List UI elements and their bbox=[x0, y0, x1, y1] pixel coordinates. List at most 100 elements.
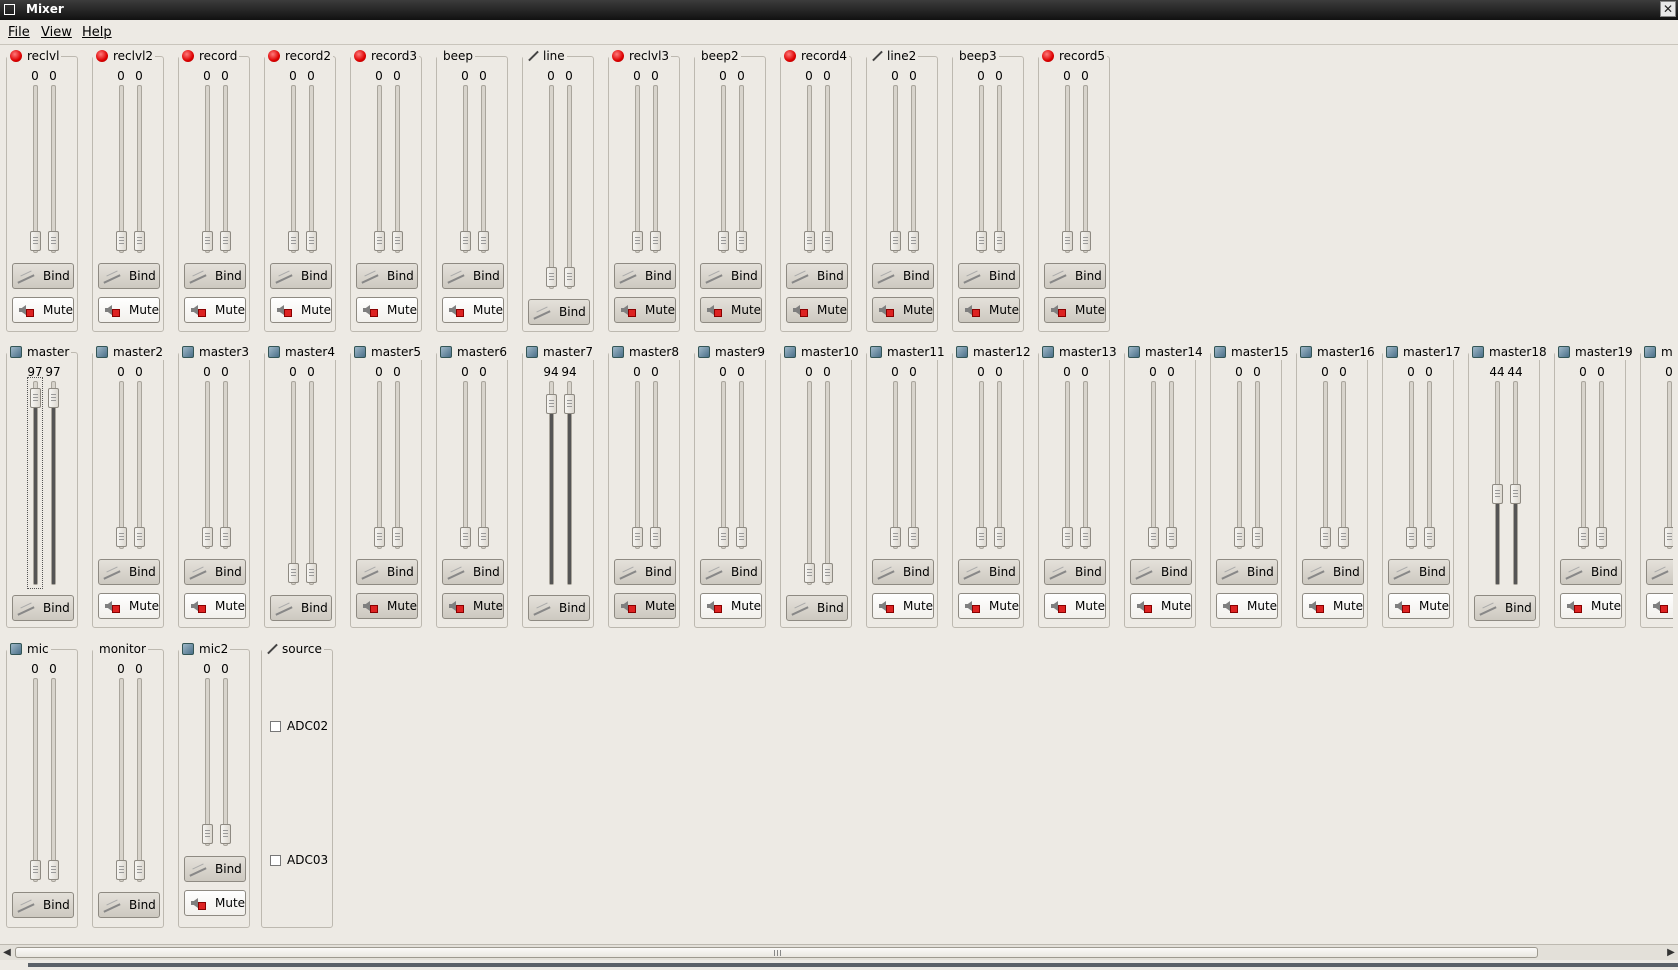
mute-button[interactable]: Mute bbox=[1560, 593, 1622, 619]
left-volume-slider[interactable] bbox=[1065, 85, 1070, 253]
slider-handle[interactable] bbox=[890, 231, 901, 251]
bind-button[interactable]: Bind bbox=[786, 595, 848, 621]
left-volume-slider[interactable] bbox=[893, 381, 898, 549]
bind-button[interactable]: Bind bbox=[270, 263, 332, 289]
playback-icon[interactable] bbox=[1128, 346, 1140, 358]
slider-handle[interactable] bbox=[220, 527, 231, 547]
right-volume-slider[interactable] bbox=[223, 381, 228, 549]
mute-button[interactable]: Mute bbox=[1130, 593, 1192, 619]
bind-button[interactable]: Bind bbox=[442, 559, 504, 585]
mute-button[interactable]: Mute bbox=[958, 297, 1020, 323]
left-volume-slider[interactable] bbox=[1151, 381, 1156, 549]
slider-handle[interactable] bbox=[48, 231, 59, 251]
playback-icon[interactable] bbox=[10, 346, 22, 358]
bind-button[interactable]: Bind bbox=[356, 559, 418, 585]
mute-button[interactable]: Mute bbox=[270, 297, 332, 323]
bind-button[interactable]: Bind bbox=[1216, 559, 1278, 585]
playback-icon[interactable] bbox=[1558, 346, 1570, 358]
slider-handle[interactable] bbox=[134, 527, 145, 547]
mute-button[interactable]: Mute bbox=[614, 593, 676, 619]
slider-handle[interactable] bbox=[804, 563, 815, 583]
close-button[interactable]: ✕ bbox=[1660, 1, 1676, 17]
slider-handle[interactable] bbox=[632, 231, 643, 251]
playback-icon[interactable] bbox=[870, 346, 882, 358]
mute-button[interactable]: Mute bbox=[786, 297, 848, 323]
record-icon[interactable] bbox=[784, 50, 796, 62]
right-volume-slider[interactable] bbox=[137, 381, 142, 549]
slider-handle[interactable] bbox=[1080, 527, 1091, 547]
right-volume-slider[interactable] bbox=[1083, 381, 1088, 549]
bind-button[interactable]: Bind bbox=[184, 856, 246, 882]
bind-button[interactable]: Bind bbox=[1130, 559, 1192, 585]
right-volume-slider[interactable] bbox=[223, 678, 228, 846]
bind-button[interactable]: Bind bbox=[270, 595, 332, 621]
slider-handle[interactable] bbox=[650, 231, 661, 251]
record-icon[interactable] bbox=[10, 50, 22, 62]
right-volume-slider[interactable] bbox=[51, 85, 56, 253]
bind-button[interactable]: Bind bbox=[786, 263, 848, 289]
left-volume-slider[interactable] bbox=[119, 678, 124, 882]
left-volume-slider[interactable] bbox=[807, 85, 812, 253]
slider-handle[interactable] bbox=[1338, 527, 1349, 547]
bind-button[interactable]: Bind bbox=[614, 263, 676, 289]
right-volume-slider[interactable] bbox=[825, 381, 830, 585]
slider-handle[interactable] bbox=[564, 267, 575, 287]
mute-button[interactable]: Mute bbox=[700, 297, 762, 323]
mute-button[interactable]: Mute bbox=[872, 297, 934, 323]
left-volume-slider[interactable] bbox=[1323, 381, 1328, 549]
bind-button[interactable]: Bind bbox=[1474, 595, 1536, 621]
slider-handle[interactable] bbox=[1492, 484, 1503, 504]
left-volume-slider[interactable] bbox=[721, 381, 726, 549]
right-volume-slider[interactable] bbox=[481, 381, 486, 549]
playback-icon[interactable] bbox=[182, 643, 194, 655]
playback-icon[interactable] bbox=[956, 346, 968, 358]
right-volume-slider[interactable] bbox=[1341, 381, 1346, 549]
right-volume-slider[interactable] bbox=[1599, 381, 1604, 549]
left-volume-slider[interactable] bbox=[463, 85, 468, 253]
slider-handle[interactable] bbox=[460, 527, 471, 547]
mute-button[interactable]: Mute bbox=[1044, 297, 1106, 323]
bind-button[interactable]: Bind bbox=[958, 559, 1020, 585]
mute-button[interactable]: Mute bbox=[700, 593, 762, 619]
left-volume-slider[interactable] bbox=[119, 381, 124, 549]
right-volume-slider[interactable] bbox=[997, 85, 1002, 253]
mute-button[interactable]: Mute bbox=[442, 593, 504, 619]
slider-handle[interactable] bbox=[288, 231, 299, 251]
slider-handle[interactable] bbox=[1664, 527, 1673, 547]
scrollbar-thumb[interactable] bbox=[15, 947, 1538, 958]
record-icon[interactable] bbox=[354, 50, 366, 62]
mute-button[interactable]: Mute bbox=[1302, 593, 1364, 619]
record-icon[interactable] bbox=[96, 50, 108, 62]
slider-handle[interactable] bbox=[306, 231, 317, 251]
slider-handle[interactable] bbox=[908, 527, 919, 547]
slider-handle[interactable] bbox=[460, 231, 471, 251]
bind-button[interactable]: Bind bbox=[98, 892, 160, 918]
slider-handle[interactable] bbox=[1320, 527, 1331, 547]
slider-handle[interactable] bbox=[1166, 527, 1177, 547]
right-volume-slider[interactable] bbox=[1255, 381, 1260, 549]
slider-handle[interactable] bbox=[804, 231, 815, 251]
slider-handle[interactable] bbox=[564, 394, 575, 414]
slider-handle[interactable] bbox=[736, 527, 747, 547]
slider-handle[interactable] bbox=[478, 231, 489, 251]
slider-handle[interactable] bbox=[650, 527, 661, 547]
mute-button[interactable]: Mute bbox=[442, 297, 504, 323]
slider-handle[interactable] bbox=[30, 231, 41, 251]
slider-handle[interactable] bbox=[374, 231, 385, 251]
bind-button[interactable]: Bind bbox=[1646, 559, 1673, 585]
left-volume-slider[interactable] bbox=[33, 85, 38, 253]
record-icon[interactable] bbox=[268, 50, 280, 62]
right-volume-slider[interactable] bbox=[481, 85, 486, 253]
left-volume-slider[interactable] bbox=[291, 381, 296, 585]
bind-button[interactable]: Bind bbox=[12, 892, 74, 918]
playback-icon[interactable] bbox=[10, 643, 22, 655]
left-volume-slider[interactable] bbox=[1409, 381, 1414, 549]
left-volume-slider[interactable] bbox=[549, 85, 554, 289]
left-volume-slider[interactable] bbox=[291, 85, 296, 253]
mute-button[interactable]: Mute bbox=[1216, 593, 1278, 619]
mute-button[interactable]: Mute bbox=[98, 593, 160, 619]
source-checkbox-adc03[interactable] bbox=[270, 855, 281, 866]
mute-button[interactable]: Mute bbox=[184, 890, 246, 916]
slider-handle[interactable] bbox=[1148, 527, 1159, 547]
slider-handle[interactable] bbox=[1596, 527, 1607, 547]
